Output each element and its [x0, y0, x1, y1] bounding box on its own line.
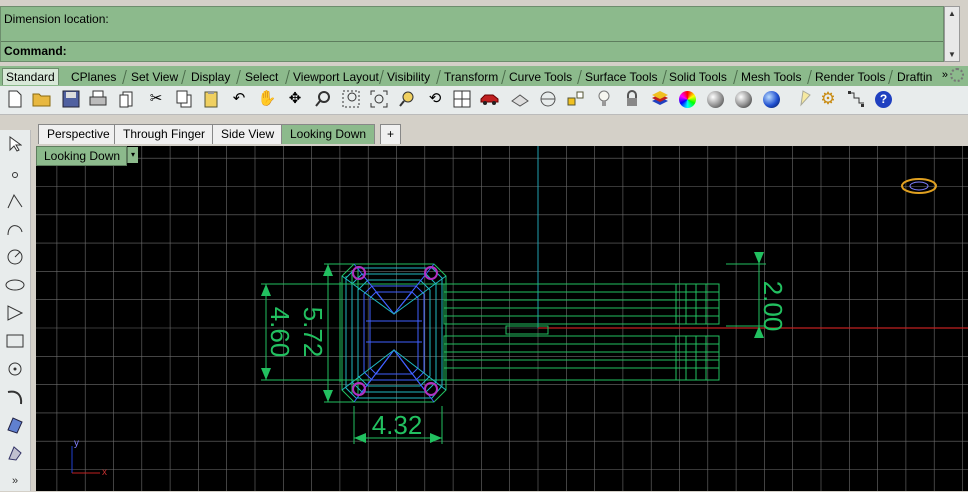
standard-toolbar: ✂ ↶ ✋ ✥ ⟲ ⚙ ? [0, 86, 968, 115]
tab-visibility[interactable]: Visibility [384, 69, 433, 85]
scroll-track[interactable] [945, 20, 959, 48]
osnap-icon[interactable] [566, 89, 586, 109]
arc-icon[interactable] [4, 388, 26, 410]
tab-standard[interactable]: Standard [2, 68, 59, 85]
solid-icon[interactable] [4, 444, 26, 466]
tab-looking-down[interactable]: Looking Down [281, 124, 376, 144]
command-separator [1, 41, 943, 42]
zoom-window-icon[interactable] [341, 89, 361, 109]
paste-icon[interactable] [201, 89, 221, 109]
viewport-title[interactable]: Looking Down [36, 146, 128, 166]
viewport-canvas[interactable]: 4.60 5.72 4.32 2.00 y x [36, 146, 968, 491]
axis-indicator: y x [71, 438, 107, 478]
tab-curve-tools[interactable]: Curve Tools [506, 69, 575, 85]
named-views-icon[interactable] [510, 89, 530, 109]
tab-through-finger[interactable]: Through Finger [114, 124, 215, 144]
viewport-looking-down[interactable]: 4.60 5.72 4.32 2.00 y x [36, 146, 968, 491]
shade-icon[interactable] [707, 91, 724, 108]
tab-separator [888, 70, 893, 84]
polyline-icon[interactable] [4, 192, 26, 214]
color-wheel-icon[interactable] [679, 91, 696, 108]
ring-shank-wireframe [443, 283, 720, 381]
zoom-extents-icon[interactable] [369, 89, 389, 109]
tab-display[interactable]: Display [188, 69, 233, 85]
dimension-annotations [261, 252, 766, 444]
tab-mesh-tools[interactable]: Mesh Tools [738, 69, 804, 85]
cut-icon[interactable]: ✂ [146, 89, 166, 109]
open-icon[interactable] [32, 89, 52, 109]
lock-icon[interactable] [622, 89, 642, 109]
toolbar-options-icon[interactable] [950, 68, 964, 82]
add-viewport-tab-button[interactable]: + [380, 124, 402, 144]
axis-y-label: y [74, 438, 79, 449]
tab-select[interactable]: Select [242, 69, 281, 85]
render-icon[interactable] [763, 91, 780, 108]
curve-icon[interactable] [4, 220, 26, 242]
command-prompt-label: Command: [4, 44, 67, 58]
tab-overflow-button[interactable]: » [942, 69, 948, 81]
dimension-5-72: 5.72 [298, 307, 328, 358]
rectangle-icon[interactable] [4, 332, 26, 354]
command-history-line: Dimension location: [4, 12, 109, 26]
viewport-tab-strip: Perspective Through Finger Side View Loo… [36, 124, 968, 144]
tab-side-view[interactable]: Side View [212, 124, 284, 144]
zoom-icon[interactable] [313, 89, 333, 109]
select-arrow-icon[interactable] [4, 136, 26, 158]
cplane-icon[interactable] [538, 89, 558, 109]
light-bulb-icon[interactable] [594, 89, 614, 109]
scroll-up-icon[interactable]: ▲ [945, 7, 959, 20]
grid-snap-icon[interactable] [846, 89, 866, 109]
tab-separator [236, 70, 241, 84]
tab-transform[interactable]: Transform [441, 69, 501, 85]
object-thumbnail-icon [901, 178, 937, 194]
save-icon[interactable] [61, 89, 81, 109]
tab-render-tools[interactable]: Render Tools [812, 69, 889, 85]
point-icon[interactable] [4, 164, 26, 186]
layer-icon[interactable] [650, 89, 670, 109]
command-scrollbar[interactable]: ▲ ▼ [944, 6, 960, 62]
new-icon[interactable] [5, 89, 25, 109]
left-toolbar-more-button[interactable]: » [4, 470, 26, 492]
options-icon[interactable]: ⚙ [818, 89, 838, 109]
tab-cplanes[interactable]: CPlanes [68, 69, 119, 85]
import-icon[interactable] [118, 89, 138, 109]
tab-viewport-layout[interactable]: Viewport Layout [290, 69, 382, 85]
surface-icon[interactable] [4, 416, 26, 438]
circle-icon[interactable] [4, 248, 26, 270]
tab-set-view[interactable]: Set View [128, 69, 181, 85]
pan-icon[interactable]: ✋ [257, 89, 277, 109]
tab-separator [122, 70, 127, 84]
car-icon[interactable] [480, 89, 500, 109]
help-icon[interactable]: ? [875, 91, 892, 108]
tab-surface-tools[interactable]: Surface Tools [582, 69, 661, 85]
left-toolbar: » [0, 130, 31, 491]
construction-grid [36, 146, 968, 491]
axis-x-label: x [102, 467, 107, 478]
print-icon[interactable] [88, 89, 108, 109]
tab-perspective[interactable]: Perspective [38, 124, 119, 144]
gem-setting-wireframe [336, 263, 447, 403]
four-viewports-icon[interactable] [452, 89, 472, 109]
toolbar-tab-strip: Standard CPlanes Set View Display Select… [0, 66, 968, 86]
ellipse-icon[interactable] [4, 276, 26, 298]
scroll-down-icon[interactable]: ▼ [945, 48, 959, 61]
tab-drafting[interactable]: Drafting [894, 69, 932, 85]
copy-icon[interactable] [174, 89, 194, 109]
rotate-view-icon[interactable]: ✥ [285, 89, 305, 109]
tab-solid-tools[interactable]: Solid Tools [666, 69, 730, 85]
spotlight-icon[interactable] [792, 89, 812, 109]
rendered-icon[interactable] [735, 91, 752, 108]
undo-icon[interactable]: ↶ [229, 89, 249, 109]
polygon-icon[interactable] [4, 304, 26, 326]
rotate-icon[interactable]: ⟲ [425, 89, 445, 109]
dimension-4-32: 4.32 [372, 410, 423, 440]
zoom-selected-icon[interactable] [397, 89, 417, 109]
circle-point-icon[interactable] [4, 360, 26, 382]
dimension-2-00: 2.00 [758, 281, 788, 332]
dimension-4-60: 4.60 [265, 307, 295, 358]
viewport-menu-chevron-down-icon[interactable]: ▾ [127, 147, 138, 163]
tab-separator [181, 70, 186, 84]
command-area[interactable]: Dimension location: Command: [0, 6, 944, 62]
